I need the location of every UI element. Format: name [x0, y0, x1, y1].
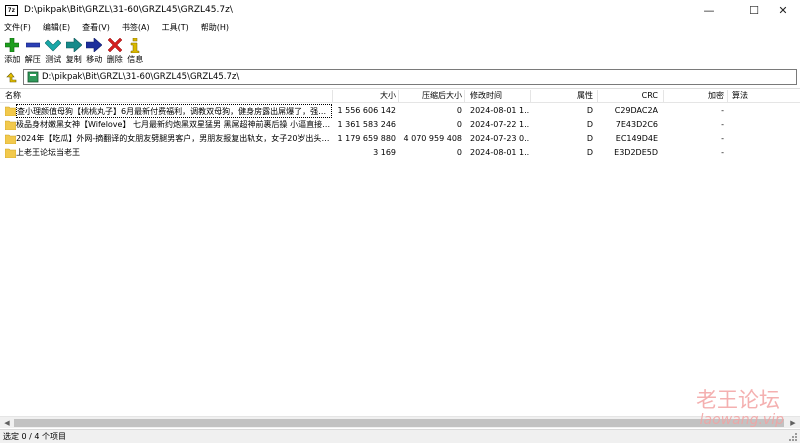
row-size: 3 169: [373, 148, 396, 157]
row-modified: 2024-07-23 0...: [470, 134, 530, 143]
row-size: 1 179 659 880: [337, 134, 396, 143]
column-encrypted[interactable]: 加密: [664, 90, 724, 102]
row-size: 1 361 583 246: [337, 120, 396, 129]
table-row[interactable]: 极品身材嫩黑女神【Wifelove】 七月最新约炮黑双星猛男 黑屌超神前裹后操 …: [0, 118, 800, 132]
menu-tools[interactable]: 工具(T): [162, 22, 189, 33]
status-text: 选定 0 / 4 个项目: [3, 432, 67, 441]
row-encrypted: -: [721, 106, 724, 115]
window-title: D:\pikpak\Bit\GRZL\31-60\GRZL45\GRZL45.7…: [24, 5, 233, 15]
row-encrypted: -: [721, 134, 724, 143]
file-list[interactable]: 名称 大小 压缩后大小 修改时间 属性 CRC 加密 算法 查小理颜值母狗【桃桃…: [0, 88, 800, 416]
row-encrypted: -: [721, 148, 724, 157]
column-modified[interactable]: 修改时间: [470, 90, 502, 102]
row-attributes: D: [586, 134, 593, 143]
close-button[interactable]: ✕: [766, 0, 800, 20]
delete-icon: [107, 37, 123, 53]
resize-grip-icon[interactable]: [788, 432, 798, 442]
column-size[interactable]: 大小: [333, 90, 396, 102]
row-packed-size: 0: [456, 120, 462, 129]
test-icon: [45, 37, 62, 53]
archive-icon: [27, 71, 39, 83]
row-name: 查小理颜值母狗【桃桃丸子】6月最新付费福利，调教双母狗，健身房露出屌爆了，强烈推…: [16, 104, 332, 118]
info-icon: [127, 37, 143, 53]
address-combobox[interactable]: D:\pikpak\Bit\GRZL\31-60\GRZL45\GRZL45.7…: [23, 69, 797, 85]
row-attributes: D: [586, 120, 593, 129]
row-crc: 7E43D2C6: [615, 120, 658, 129]
row-packed-size: 0: [456, 106, 462, 115]
up-arrow-icon: [6, 72, 17, 83]
maximize-icon: ☐: [749, 3, 759, 17]
copy-button[interactable]: 复制: [64, 35, 85, 65]
column-packed-size[interactable]: 压缩后大小: [399, 90, 462, 102]
row-modified: 2024-07-22 1...: [470, 120, 530, 129]
menu-help[interactable]: 帮助(H): [201, 22, 229, 33]
folder-icon: [5, 106, 16, 116]
close-icon: ✕: [778, 3, 788, 17]
row-name: 上老王论坛当老王: [16, 148, 80, 157]
row-modified: 2024-08-01 1...: [470, 148, 530, 157]
info-button[interactable]: 信息: [125, 35, 146, 65]
toolbar: 添加 解压 测试 复制 移动 删除 信息: [0, 35, 800, 65]
row-name: 极品身材嫩黑女神【Wifelove】 七月最新约炮黑双星猛男 黑屌超神前裹后操 …: [16, 120, 332, 129]
up-folder-button[interactable]: [4, 70, 18, 84]
minimize-button[interactable]: —: [692, 0, 726, 20]
add-icon: [4, 37, 20, 53]
title-bar: 7z D:\pikpak\Bit\GRZL\31-60\GRZL45\GRZL4…: [0, 0, 800, 20]
extract-icon: [25, 37, 41, 53]
table-row[interactable]: 2024年【吃瓜】外网-摘翻译的女朋友劈腿男客户，男朋友报复出轨女，女子20岁出…: [0, 132, 800, 146]
move-button[interactable]: 移动: [84, 35, 105, 65]
watermark: 老王论坛 laowang.vip: [660, 384, 800, 432]
row-size: 1 556 606 142: [337, 106, 396, 115]
menu-view[interactable]: 查看(V): [82, 22, 110, 33]
add-button[interactable]: 添加: [2, 35, 23, 65]
row-crc: EC149D4E: [615, 134, 658, 143]
column-crc[interactable]: CRC: [598, 90, 658, 102]
menu-bookmarks[interactable]: 书签(A): [122, 22, 150, 33]
row-crc: E3D2DE5D: [614, 148, 658, 157]
folder-icon: [5, 120, 16, 130]
row-attributes: D: [586, 148, 593, 157]
menu-file[interactable]: 文件(F): [4, 22, 31, 33]
table-row[interactable]: 上老王论坛当老王 3 169 0 2024-08-01 1... D E3D2D…: [0, 146, 800, 160]
list-header: 名称 大小 压缩后大小 修改时间 属性 CRC 加密 算法: [0, 89, 800, 103]
scroll-left-arrow-icon[interactable]: ◀: [0, 417, 14, 429]
column-attributes[interactable]: 属性: [531, 90, 593, 102]
watermark-title: 老王论坛: [696, 388, 780, 412]
menu-bar: 文件(F) 编辑(E) 查看(V) 书签(A) 工具(T) 帮助(H): [0, 20, 800, 34]
minimize-icon: —: [703, 3, 715, 17]
folder-icon: [5, 134, 16, 144]
copy-icon: [65, 37, 82, 53]
7zip-app-icon: 7z: [5, 4, 18, 16]
watermark-url: laowang.vip: [699, 412, 784, 428]
row-name: 2024年【吃瓜】外网-摘翻译的女朋友劈腿男客户，男朋友报复出轨女，女子20岁出…: [16, 134, 332, 143]
move-icon: [86, 37, 103, 53]
row-attributes: D: [586, 106, 593, 115]
address-bar: D:\pikpak\Bit\GRZL\31-60\GRZL45\GRZL45.7…: [0, 68, 800, 86]
folder-icon: [5, 148, 16, 158]
address-path: D:\pikpak\Bit\GRZL\31-60\GRZL45\GRZL45.7…: [42, 72, 240, 82]
menu-edit[interactable]: 编辑(E): [43, 22, 70, 33]
row-modified: 2024-08-01 1...: [470, 106, 530, 115]
column-method[interactable]: 算法: [732, 90, 748, 102]
extract-button[interactable]: 解压: [23, 35, 44, 65]
row-encrypted: -: [721, 120, 724, 129]
table-row[interactable]: 查小理颜值母狗【桃桃丸子】6月最新付费福利，调教双母狗，健身房露出屌爆了，强烈推…: [0, 104, 800, 118]
row-packed-size: 0: [456, 148, 462, 157]
test-button[interactable]: 测试: [43, 35, 64, 65]
row-crc: C29DAC2A: [614, 106, 658, 115]
delete-button[interactable]: 删除: [105, 35, 126, 65]
row-packed-size: 4 070 959 408: [403, 134, 462, 143]
column-name[interactable]: 名称: [5, 90, 21, 102]
